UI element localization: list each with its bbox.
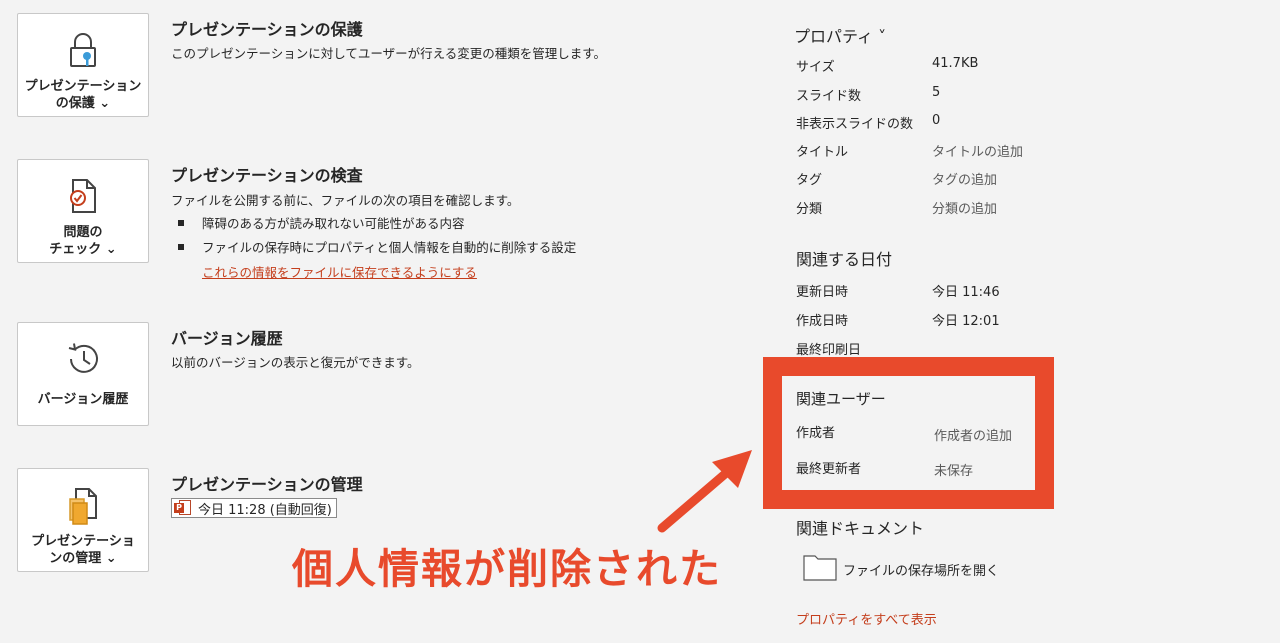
arrow-icon — [657, 450, 752, 533]
prop-value-hidden: 0 — [932, 113, 941, 128]
inspect-bullet: 障碍のある方が読み取れない可能性がある内容 — [178, 213, 465, 232]
prop-label-title: タイトル — [796, 145, 849, 160]
protect-tile-label: プレゼンテーション の保護 ⌄ — [24, 79, 142, 111]
annotation-caption: 個人情報が削除された — [292, 545, 722, 593]
prop-label-category: 分類 — [796, 202, 823, 217]
prop-label-tags: タグ — [796, 173, 823, 188]
date-value-modified: 今日 11:46 — [932, 285, 1000, 300]
date-value-created: 今日 12:01 — [932, 314, 1000, 329]
prop-title-field[interactable]: タイトルの追加 — [932, 141, 1023, 160]
powerpoint-file-icon: P — [174, 500, 192, 516]
manage-presentation-button[interactable]: プレゼンテーショ ンの管理 ⌄ — [17, 468, 149, 572]
show-all-properties-link[interactable]: プロパティをすべて表示 — [796, 609, 937, 628]
prop-value-slides: 5 — [932, 85, 941, 100]
prop-tags-field[interactable]: タグの追加 — [932, 169, 997, 188]
protect-title: プレゼンテーションの保護 — [171, 20, 363, 39]
date-label-printed: 最終印刷日 — [796, 343, 862, 358]
check-issues-tile-label: 問題の チェック ⌄ — [49, 225, 117, 257]
protect-presentation-button[interactable]: プレゼンテーション の保護 ⌄ — [17, 13, 149, 117]
save-info-link[interactable]: これらの情報をファイルに保存できるようにする — [202, 262, 477, 281]
history-title: バージョン履歴 — [171, 329, 283, 348]
documents-heading: 関連ドキュメント — [796, 519, 925, 538]
check-issues-button[interactable]: 問題の チェック ⌄ — [17, 159, 149, 263]
dates-heading: 関連する日付 — [796, 250, 893, 269]
manage-title: プレゼンテーションの管理 — [171, 475, 363, 494]
protect-desc: このプレゼンテーションに対してユーザーが行える変更の種類を管理します。 — [171, 46, 607, 61]
history-desc: 以前のバージョンの表示と復元ができます。 — [171, 355, 420, 370]
history-clock-icon — [61, 337, 105, 381]
version-history-button[interactable]: バージョン履歴 — [17, 322, 149, 426]
prop-label-size: サイズ — [796, 60, 835, 75]
autorecover-version-entry[interactable]: P 今日 11:28 (自動回復) — [171, 498, 337, 518]
document-check-icon — [61, 174, 105, 218]
inspect-desc: ファイルを公開する前に、ファイルの次の項目を確認します。 — [171, 193, 520, 208]
lock-key-icon — [61, 28, 105, 72]
properties-dropdown[interactable]: プロパティ ˅ — [794, 23, 886, 47]
date-label-created: 作成日時 — [796, 314, 849, 329]
prop-category-field[interactable]: 分類の追加 — [932, 198, 997, 217]
highlight-box — [763, 357, 1054, 509]
manage-document-icon — [61, 483, 105, 527]
manage-tile-label: プレゼンテーショ ンの管理 ⌄ — [31, 534, 135, 566]
prop-value-size: 41.7KB — [932, 56, 979, 71]
version-history-tile-label: バージョン履歴 — [37, 392, 129, 407]
folder-icon — [803, 553, 837, 585]
prop-label-slides: スライド数 — [796, 89, 862, 104]
inspect-bullet: ファイルの保存時にプロパティと個人情報を自動的に削除する設定 — [178, 237, 576, 256]
open-file-location-label: ファイルの保存場所を開く — [843, 563, 1000, 579]
date-label-modified: 更新日時 — [796, 285, 849, 300]
inspect-title: プレゼンテーションの検査 — [171, 166, 363, 185]
open-file-location-button[interactable]: ファイルの保存場所を開く — [803, 553, 999, 585]
version-entry-label: 今日 11:28 (自動回復) — [198, 502, 332, 518]
prop-label-hidden: 非表示スライドの数 — [796, 117, 914, 132]
